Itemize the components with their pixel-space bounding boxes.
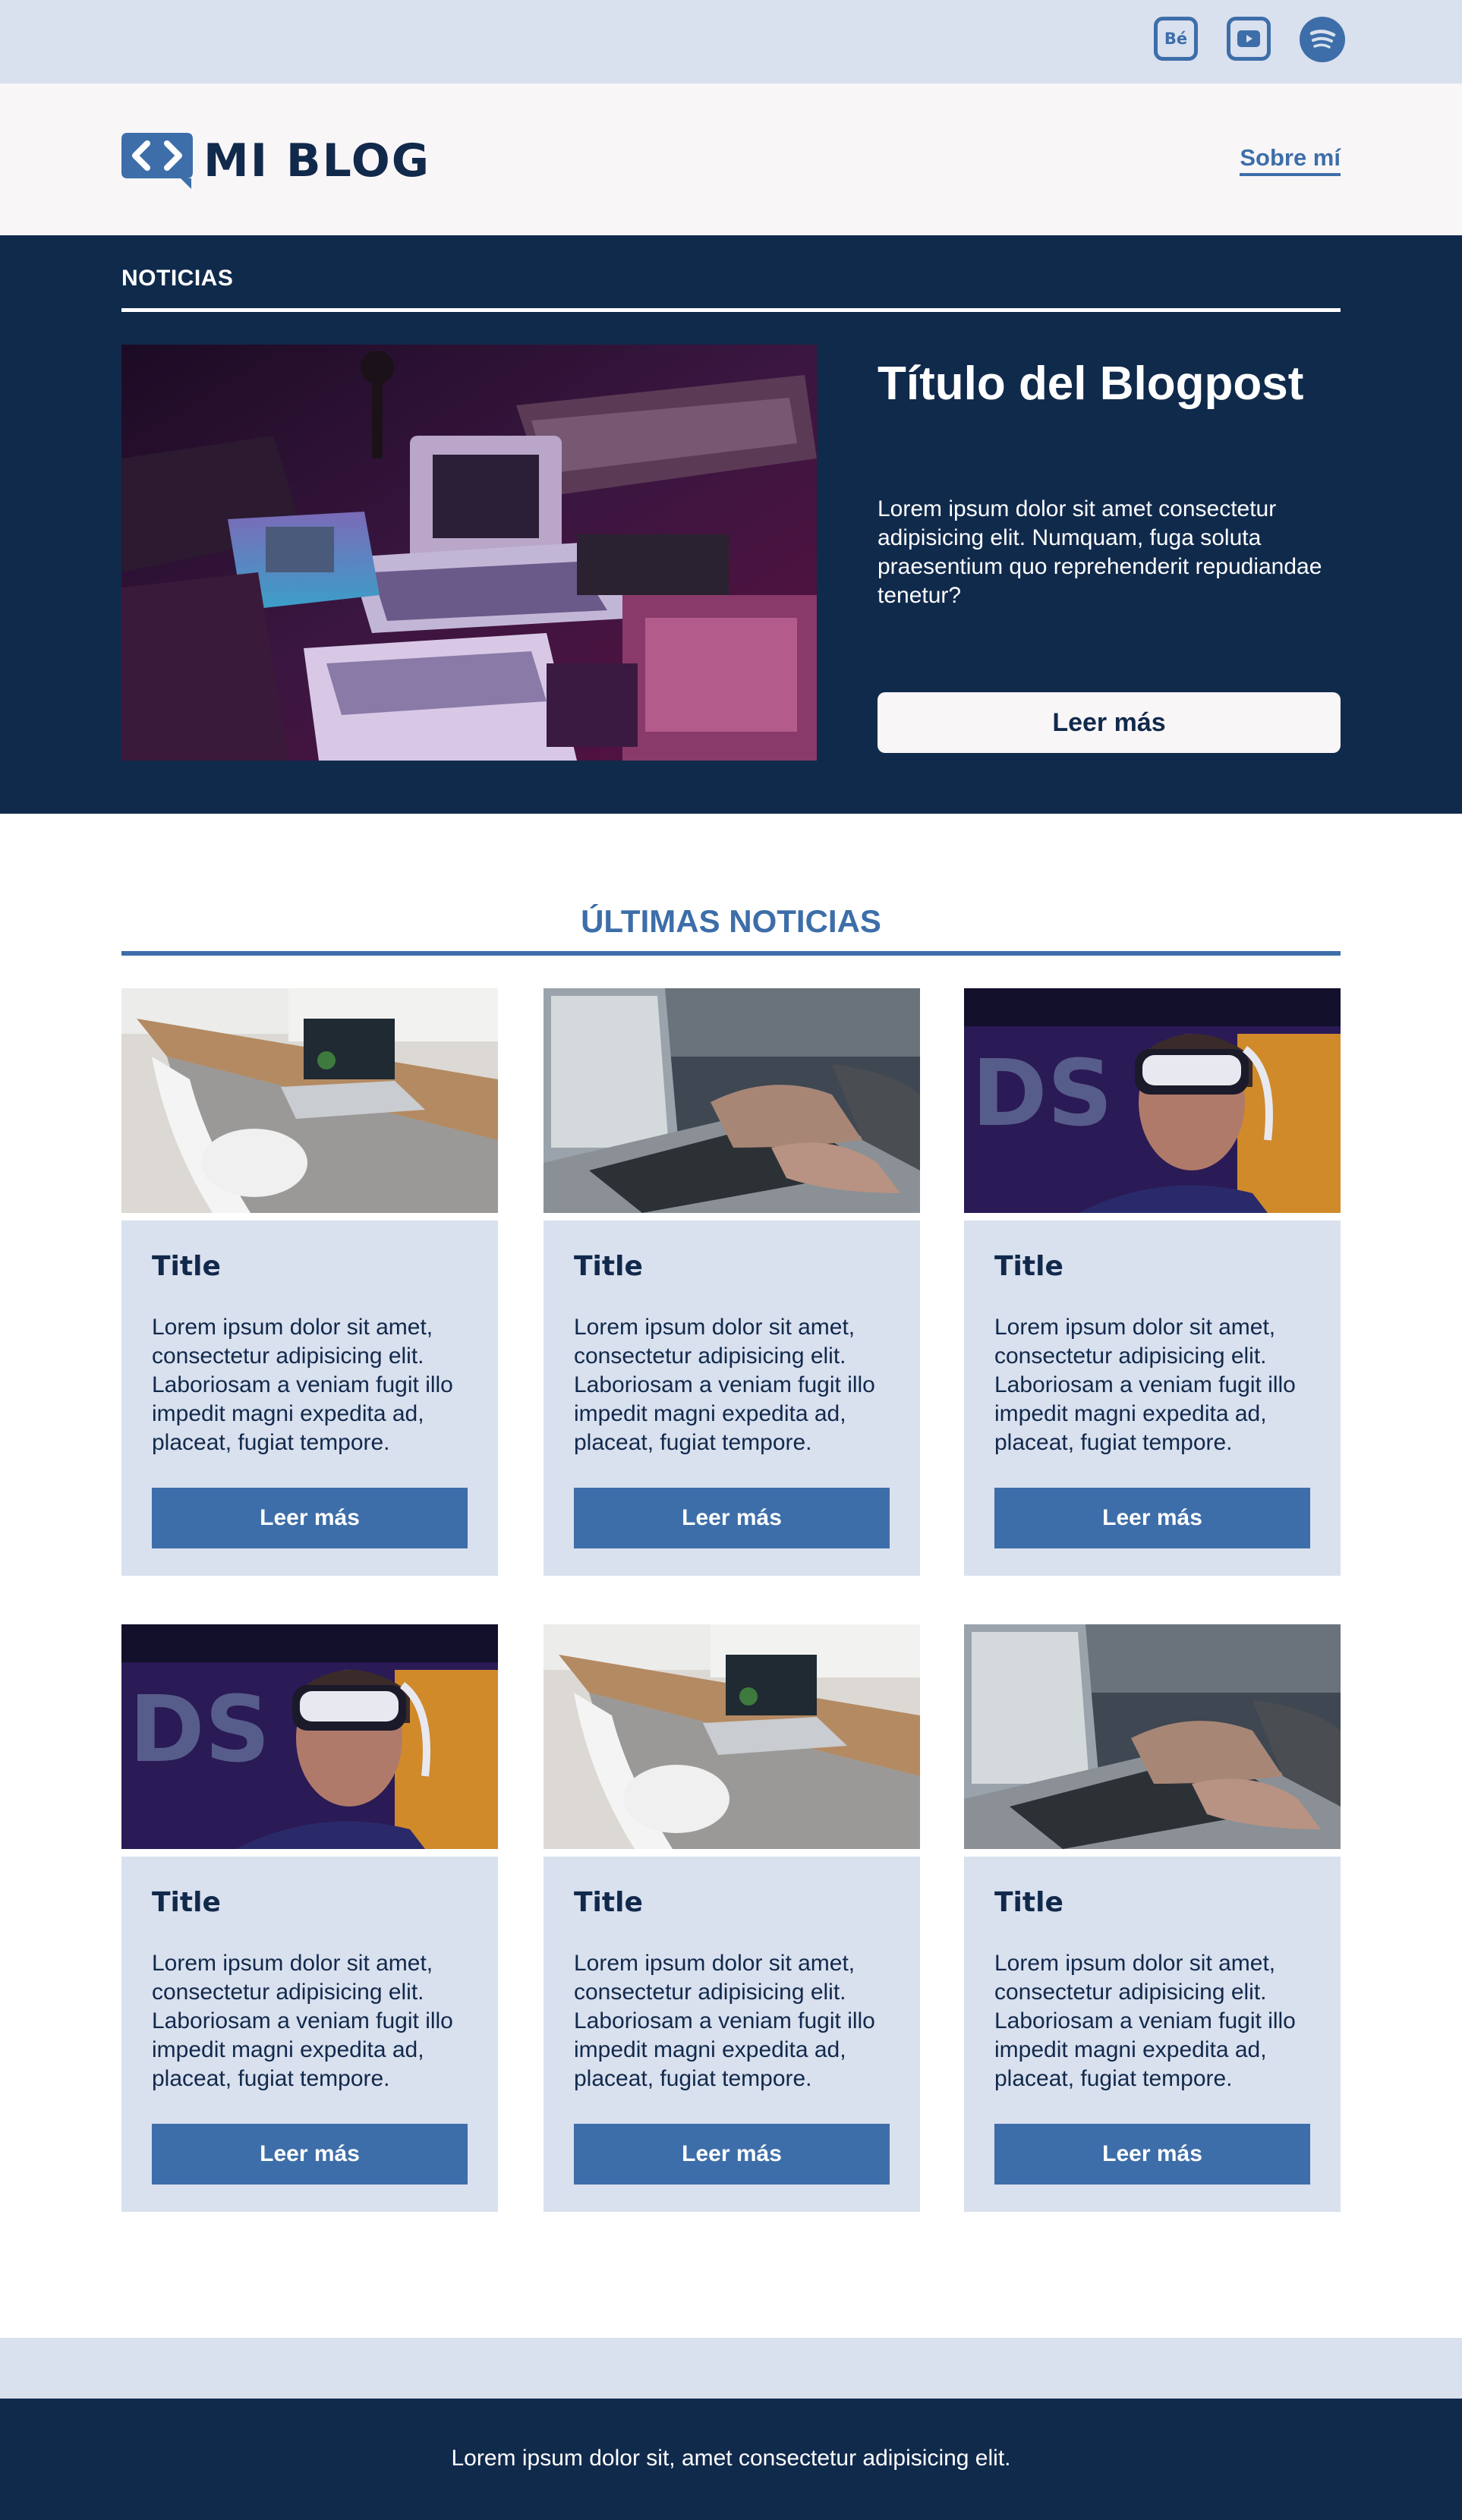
news-card-excerpt: Lorem ipsum dolor sit amet, consectetur …: [574, 1315, 875, 1455]
news-card-title: Title: [574, 1251, 643, 1282]
news-card-title: Title: [574, 1887, 643, 1918]
news-card-read-more-button[interactable]: Leer más: [574, 2124, 890, 2185]
news-card-read-more-button[interactable]: Leer más: [994, 2124, 1310, 2185]
news-card-excerpt: Lorem ipsum dolor sit amet, consectetur …: [152, 1951, 453, 2091]
svg-text:DS: DS: [972, 1041, 1113, 1147]
nav-link-about[interactable]: Sobre mí: [1240, 144, 1341, 176]
news-card-title: Title: [994, 1251, 1063, 1282]
latest-news-divider: [121, 951, 1341, 956]
hero-read-more-button[interactable]: Leer más: [878, 692, 1341, 753]
news-card-body: Title Lorem ipsum dolor sit amet, consec…: [544, 1221, 920, 1576]
site-footer: Lorem ipsum dolor sit, amet consectetur …: [0, 2399, 1462, 2520]
footer-text: Lorem ipsum dolor sit, amet consectetur …: [451, 2446, 1011, 2471]
latest-news-title: ÚLTIMAS NOTICIAS: [581, 903, 881, 939]
news-card-read-more-button[interactable]: Leer más: [994, 1488, 1310, 1548]
desk-laptop-photo: [544, 1624, 920, 1849]
news-card: DS Title Lorem ipsum dolor sit amet, con…: [964, 988, 1341, 1576]
hero-section: NOTICIAS Título del Blogpost Lorem ipsum…: [0, 235, 1462, 814]
behance-icon[interactable]: Bé: [1154, 17, 1198, 61]
news-card-body: Title Lorem ipsum dolor sit amet, consec…: [121, 1857, 498, 2212]
news-card: Title Lorem ipsum dolor sit amet, consec…: [964, 1624, 1341, 2212]
news-card-title: Title: [152, 1251, 221, 1282]
hero-excerpt: Lorem ipsum dolor sit amet consectetur a…: [878, 496, 1322, 608]
site-logo[interactable]: MI BLOG: [121, 133, 430, 189]
footer-band: [0, 2338, 1462, 2399]
code-bubble-icon: [121, 133, 193, 189]
typing-laptop-photo: [544, 988, 920, 1213]
news-card-body: Title Lorem ipsum dolor sit amet, consec…: [121, 1221, 498, 1576]
spotify-icon[interactable]: [1300, 17, 1345, 62]
news-card: DS Title Lorem ipsum dolor sit amet, con…: [121, 1624, 498, 2212]
news-card-title: Title: [994, 1887, 1063, 1918]
youtube-icon[interactable]: [1227, 17, 1271, 61]
news-card-body: Title Lorem ipsum dolor sit amet, consec…: [964, 1857, 1341, 2212]
hero-title: Título del Blogpost: [878, 358, 1304, 410]
news-card-body: Title Lorem ipsum dolor sit amet, consec…: [964, 1221, 1341, 1576]
hero-kicker: NOTICIAS: [121, 266, 234, 291]
svg-text:DS: DS: [129, 1677, 270, 1783]
news-card: Title Lorem ipsum dolor sit amet, consec…: [121, 988, 498, 1576]
retro-computers-photo: [121, 345, 817, 761]
social-bar: Bé: [0, 0, 1462, 83]
news-card-excerpt: Lorem ipsum dolor sit amet, consectetur …: [994, 1951, 1296, 2091]
news-card-excerpt: Lorem ipsum dolor sit amet, consectetur …: [994, 1315, 1296, 1455]
news-card-body: Title Lorem ipsum dolor sit amet, consec…: [544, 1857, 920, 2212]
typing-laptop-photo: [964, 1624, 1341, 1849]
vr-headset-photo: DS: [121, 1624, 498, 1849]
news-card: Title Lorem ipsum dolor sit amet, consec…: [544, 1624, 920, 2212]
news-card-excerpt: Lorem ipsum dolor sit amet, consectetur …: [574, 1951, 875, 2091]
news-card-title: Title: [152, 1887, 221, 1918]
logo-text: MI BLOG: [203, 134, 430, 187]
news-card-read-more-button[interactable]: Leer más: [152, 2124, 468, 2185]
hero-divider: [121, 308, 1341, 312]
news-card-excerpt: Lorem ipsum dolor sit amet, consectetur …: [152, 1315, 453, 1455]
vr-headset-photo: DS: [964, 988, 1341, 1213]
desk-laptop-photo: [121, 988, 498, 1213]
site-header: MI BLOG Sobre mí: [0, 83, 1462, 235]
news-card-read-more-button[interactable]: Leer más: [152, 1488, 468, 1548]
news-card-read-more-button[interactable]: Leer más: [574, 1488, 890, 1548]
news-card: Title Lorem ipsum dolor sit amet, consec…: [544, 988, 920, 1576]
